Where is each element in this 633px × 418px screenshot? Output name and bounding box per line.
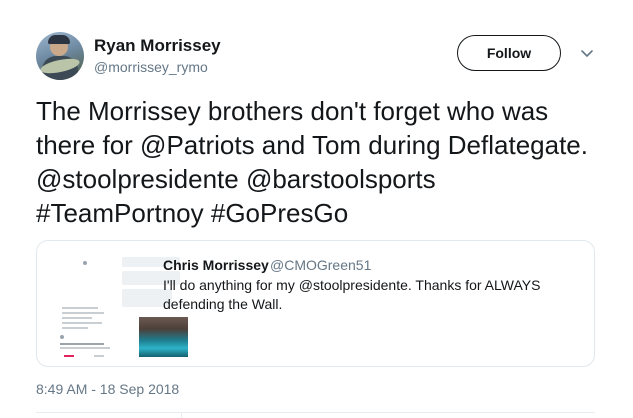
timestamp[interactable]: 8:49 AM - 18 Sep 2018 — [36, 381, 179, 397]
divider — [36, 412, 595, 413]
avatar-cap — [48, 35, 70, 44]
screenshot-left-panel — [54, 255, 116, 357]
screenshot-photo — [139, 317, 188, 357]
divider-tick — [181, 412, 182, 418]
quoted-tweet-text: I'll do anything for my @stoolpresidente… — [163, 277, 541, 312]
follow-button[interactable]: Follow — [457, 35, 561, 71]
author-name[interactable]: Ryan Morrissey — [94, 36, 221, 56]
quoted-author-name[interactable]: Chris Morrissey — [163, 257, 269, 273]
quoted-author-handle[interactable]: @CMOGreen51 — [270, 257, 371, 273]
tweet-text: The Morrissey brothers don't forget who … — [36, 96, 588, 228]
author-handle[interactable]: @morrissey_rymo — [94, 59, 208, 75]
avatar[interactable] — [36, 32, 84, 80]
chevron-down-icon[interactable] — [578, 44, 596, 62]
